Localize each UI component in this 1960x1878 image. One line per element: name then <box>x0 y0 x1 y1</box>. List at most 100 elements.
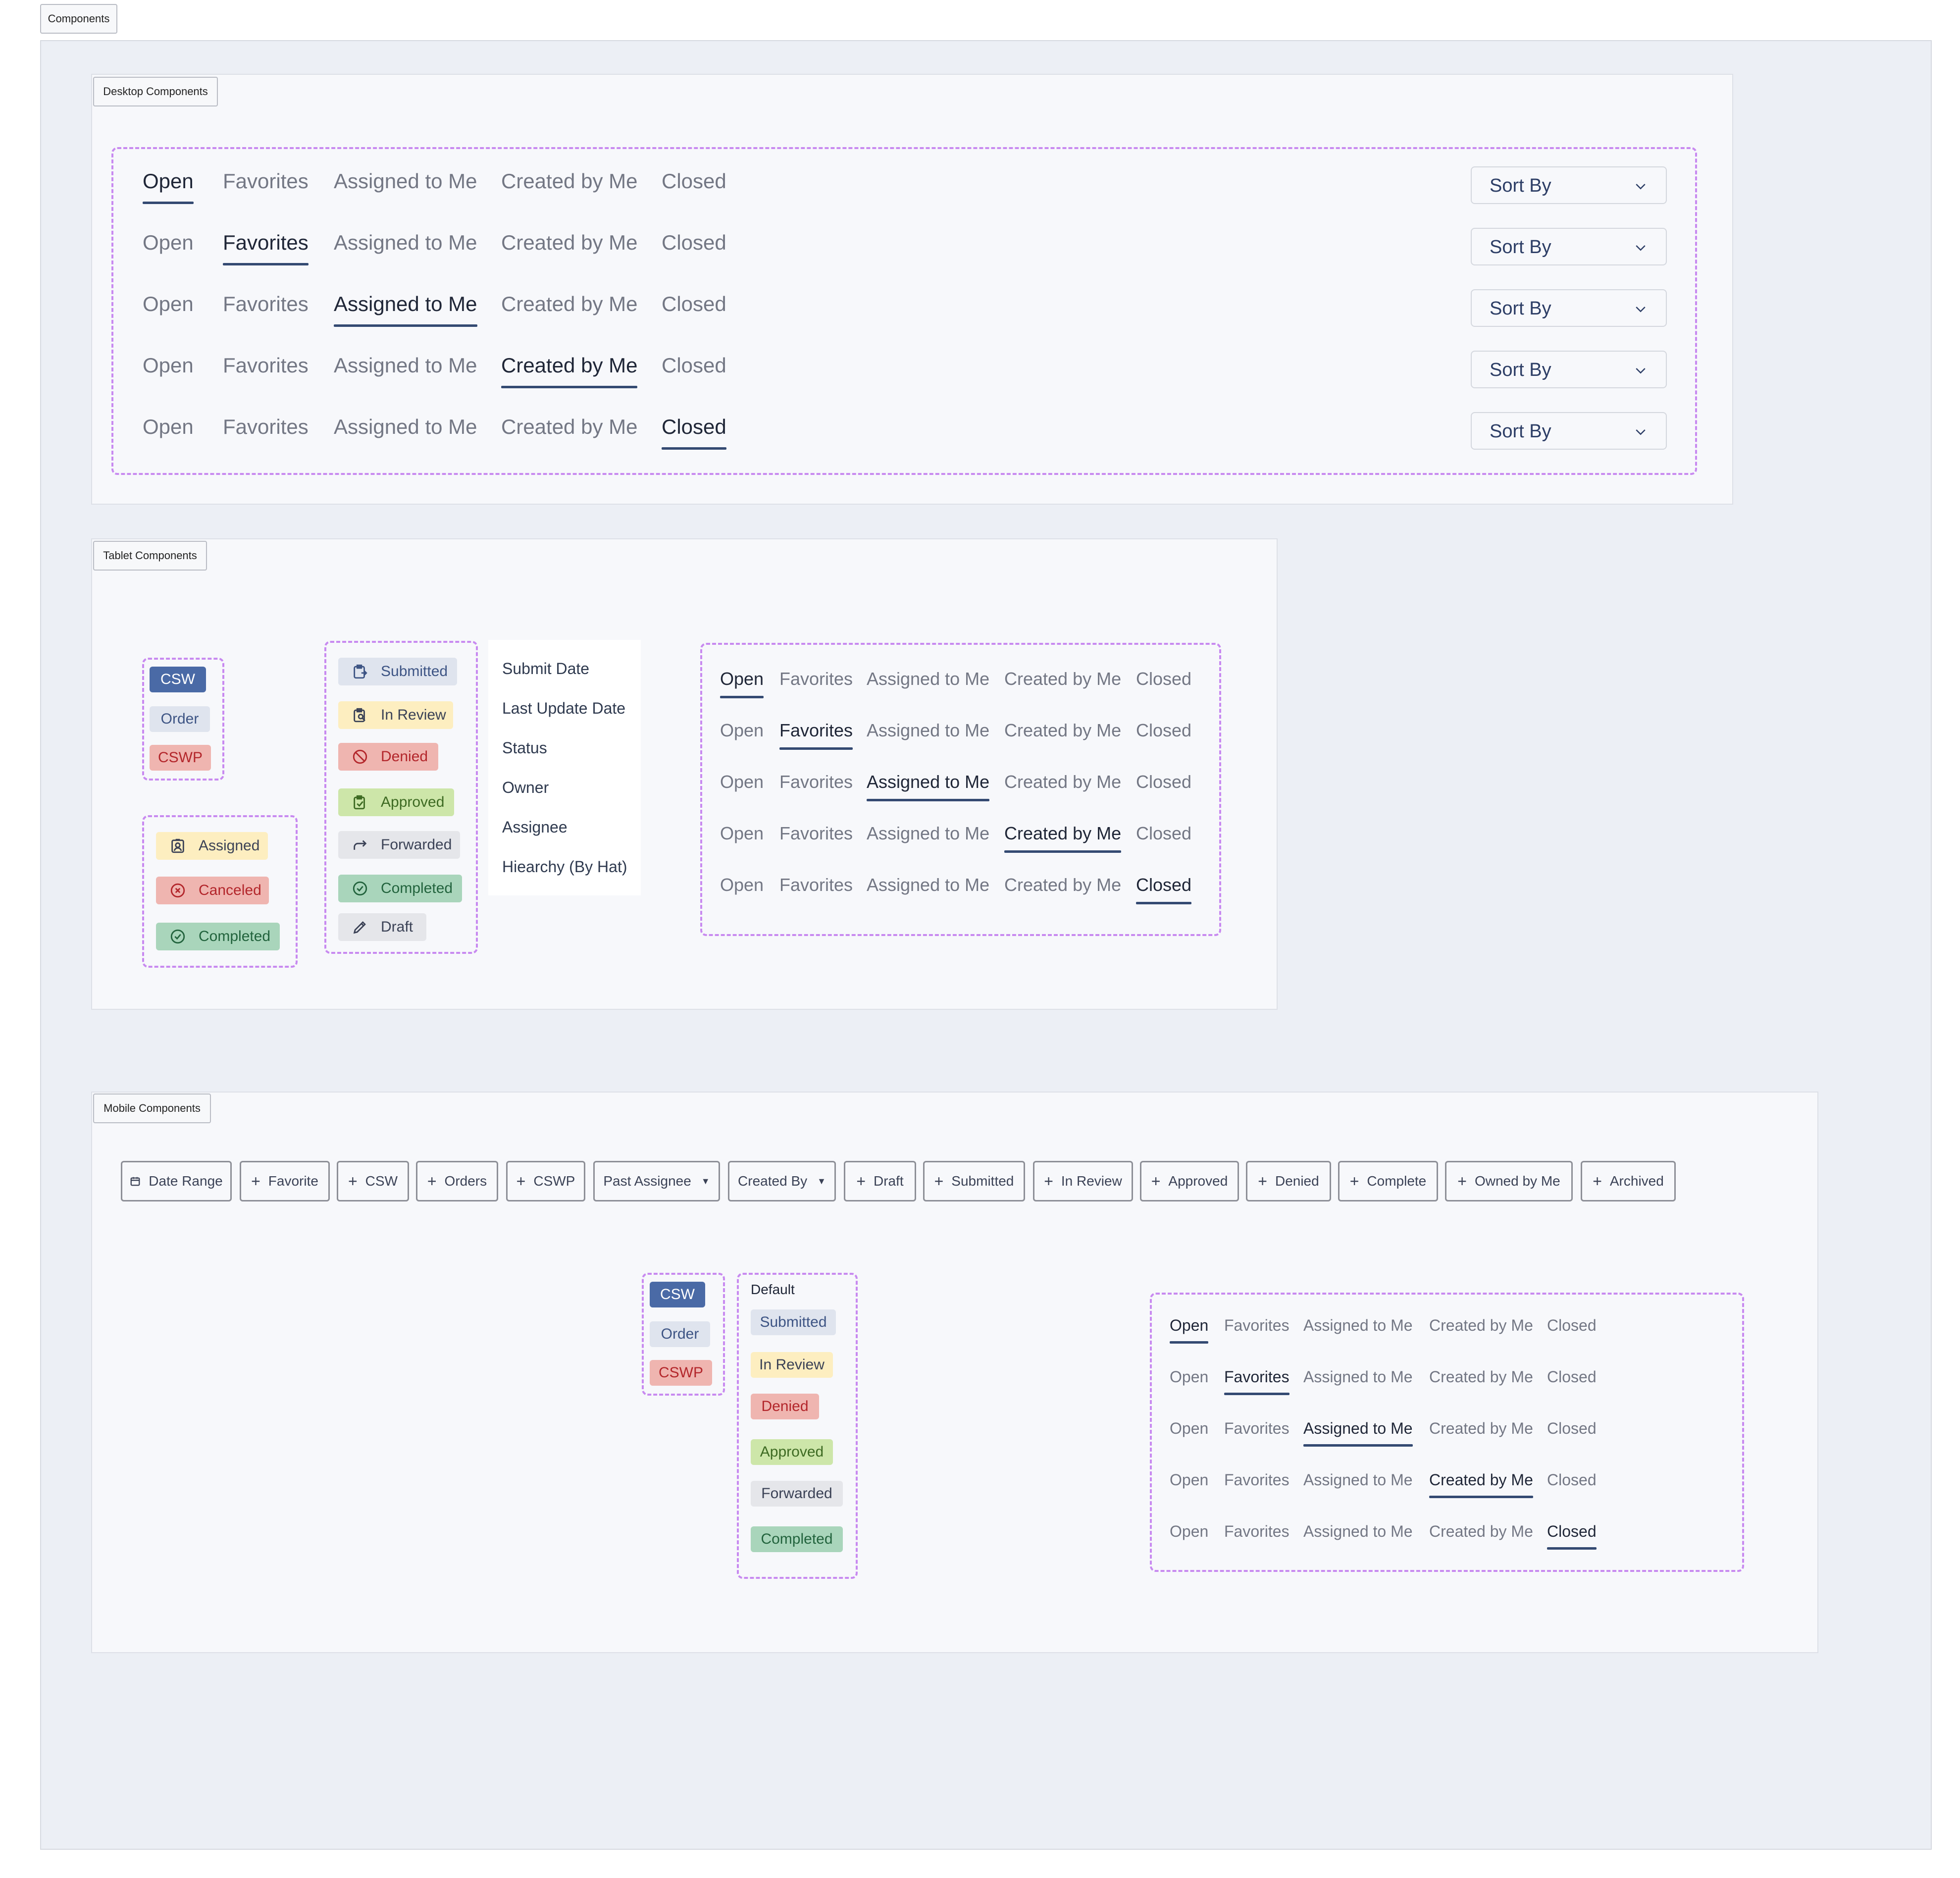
tab-created-by-me[interactable]: Created by Me <box>1429 1316 1533 1335</box>
tab-assigned-to-me[interactable]: Assigned to Me <box>1303 1316 1413 1335</box>
tab-created-by-me[interactable]: Created by Me <box>1004 669 1121 689</box>
tab-open[interactable]: Open <box>1170 1471 1208 1489</box>
tab-favorites[interactable]: Favorites <box>1224 1368 1289 1395</box>
tab-closed[interactable]: Closed <box>1136 669 1191 689</box>
tab-assigned-to-me[interactable]: Assigned to Me <box>334 292 477 327</box>
tab-closed[interactable]: Closed <box>1136 823 1191 844</box>
tab-created-by-me[interactable]: Created by Me <box>1004 875 1121 895</box>
tab-closed[interactable]: Closed <box>1136 875 1192 904</box>
tab-assigned-to-me[interactable]: Assigned to Me <box>334 231 477 255</box>
tab-open[interactable]: Open <box>143 415 194 439</box>
tab-favorites[interactable]: Favorites <box>779 720 853 750</box>
tab-created-by-me[interactable]: Created by Me <box>501 415 637 439</box>
tab-favorites[interactable]: Favorites <box>223 169 309 193</box>
tab-favorites[interactable]: Favorites <box>223 231 309 265</box>
tab-favorites[interactable]: Favorites <box>1224 1522 1289 1541</box>
tab-created-by-me[interactable]: Created by Me <box>1429 1471 1533 1498</box>
chip-draft[interactable]: + Draft <box>844 1161 916 1201</box>
tab-favorites[interactable]: Favorites <box>1224 1419 1289 1438</box>
sort-option[interactable]: Assignee <box>502 818 567 836</box>
tab-open[interactable]: Open <box>143 169 194 204</box>
tab-favorites[interactable]: Favorites <box>223 415 309 439</box>
chip-favorite[interactable]: + Favorite <box>240 1161 330 1201</box>
tab-favorites[interactable]: Favorites <box>1224 1471 1289 1489</box>
chip-past-assignee[interactable]: Past Assignee ▼ <box>593 1161 720 1201</box>
tab-created-by-me[interactable]: Created by Me <box>1004 720 1121 741</box>
tab-assigned-to-me[interactable]: Assigned to Me <box>867 823 989 844</box>
tab-closed[interactable]: Closed <box>662 415 726 450</box>
tab-closed[interactable]: Closed <box>662 169 726 193</box>
tab-open[interactable]: Open <box>720 720 764 741</box>
tab-assigned-to-me[interactable]: Assigned to Me <box>1303 1522 1413 1541</box>
tab-open[interactable]: Open <box>143 292 194 316</box>
tab-closed[interactable]: Closed <box>662 292 726 316</box>
tab-open[interactable]: Open <box>1170 1419 1208 1438</box>
tab-favorites[interactable]: Favorites <box>1224 1316 1289 1335</box>
tab-created-by-me[interactable]: Created by Me <box>1004 823 1122 853</box>
chip-csw[interactable]: + CSW <box>337 1161 409 1201</box>
tab-open[interactable]: Open <box>720 875 764 895</box>
tab-created-by-me[interactable]: Created by Me <box>501 354 638 388</box>
tab-closed[interactable]: Closed <box>662 231 726 255</box>
sort-option[interactable]: Last Update Date <box>502 699 625 718</box>
tab-open[interactable]: Open <box>720 823 764 844</box>
chip-submitted[interactable]: + Submitted <box>923 1161 1025 1201</box>
sort-option[interactable]: Submit Date <box>502 660 589 678</box>
sort-by-dropdown[interactable]: Sort By <box>1471 351 1667 388</box>
tab-open[interactable]: Open <box>720 669 764 698</box>
tab-assigned-to-me[interactable]: Assigned to Me <box>1303 1368 1413 1386</box>
tab-assigned-to-me[interactable]: Assigned to Me <box>867 772 990 801</box>
sort-option[interactable]: Status <box>502 739 547 757</box>
sort-option[interactable]: Owner <box>502 779 549 797</box>
sort-by-dropdown[interactable]: Sort By <box>1471 228 1667 265</box>
chip-denied[interactable]: + Denied <box>1246 1161 1331 1201</box>
chip-approved[interactable]: + Approved <box>1140 1161 1239 1201</box>
chip-cswp[interactable]: + CSWP <box>506 1161 585 1201</box>
sort-by-dropdown[interactable]: Sort By <box>1471 289 1667 327</box>
tab-assigned-to-me[interactable]: Assigned to Me <box>1303 1471 1413 1489</box>
tab-favorites[interactable]: Favorites <box>779 823 853 844</box>
tab-created-by-me[interactable]: Created by Me <box>501 292 637 316</box>
tab-closed[interactable]: Closed <box>1547 1419 1597 1438</box>
tab-assigned-to-me[interactable]: Assigned to Me <box>867 875 989 895</box>
tab-open[interactable]: Open <box>143 231 194 255</box>
tab-created-by-me[interactable]: Created by Me <box>501 231 637 255</box>
tab-created-by-me[interactable]: Created by Me <box>1429 1368 1533 1386</box>
sort-option[interactable]: Hiearchy (By Hat) <box>502 858 627 876</box>
chip-in-review[interactable]: + In Review <box>1033 1161 1133 1201</box>
tab-closed[interactable]: Closed <box>1136 772 1191 792</box>
tab-assigned-to-me[interactable]: Assigned to Me <box>334 169 477 193</box>
chip-date-range[interactable]: Date Range <box>121 1161 232 1201</box>
chip-created-by[interactable]: Created By ▼ <box>728 1161 836 1201</box>
tab-favorites[interactable]: Favorites <box>779 772 853 792</box>
tab-closed[interactable]: Closed <box>1547 1471 1597 1489</box>
tab-closed[interactable]: Closed <box>1547 1368 1597 1386</box>
tab-assigned-to-me[interactable]: Assigned to Me <box>334 354 477 377</box>
tab-closed[interactable]: Closed <box>662 354 726 377</box>
tab-closed[interactable]: Closed <box>1547 1316 1597 1335</box>
tab-assigned-to-me[interactable]: Assigned to Me <box>334 415 477 439</box>
tab-created-by-me[interactable]: Created by Me <box>1429 1522 1533 1541</box>
tab-open[interactable]: Open <box>1170 1368 1208 1386</box>
tab-assigned-to-me[interactable]: Assigned to Me <box>867 720 989 741</box>
chip-complete[interactable]: + Complete <box>1338 1161 1438 1201</box>
sort-by-dropdown[interactable]: Sort By <box>1471 412 1667 450</box>
tab-open[interactable]: Open <box>143 354 194 377</box>
tab-assigned-to-me[interactable]: Assigned to Me <box>1303 1419 1413 1447</box>
tab-assigned-to-me[interactable]: Assigned to Me <box>867 669 989 689</box>
tab-favorites[interactable]: Favorites <box>779 669 853 689</box>
tab-closed[interactable]: Closed <box>1547 1522 1597 1550</box>
chip-archived[interactable]: + Archived <box>1581 1161 1676 1201</box>
tab-open[interactable]: Open <box>1170 1316 1209 1344</box>
tab-closed[interactable]: Closed <box>1136 720 1191 741</box>
tab-open[interactable]: Open <box>1170 1522 1208 1541</box>
chip-owned-by-me[interactable]: + Owned by Me <box>1445 1161 1573 1201</box>
tab-open[interactable]: Open <box>720 772 764 792</box>
chip-orders[interactable]: + Orders <box>416 1161 498 1201</box>
tab-favorites[interactable]: Favorites <box>223 354 309 377</box>
tab-created-by-me[interactable]: Created by Me <box>501 169 637 193</box>
tab-favorites[interactable]: Favorites <box>779 875 853 895</box>
sort-by-dropdown[interactable]: Sort By <box>1471 166 1667 204</box>
tab-favorites[interactable]: Favorites <box>223 292 309 316</box>
tab-created-by-me[interactable]: Created by Me <box>1004 772 1121 792</box>
